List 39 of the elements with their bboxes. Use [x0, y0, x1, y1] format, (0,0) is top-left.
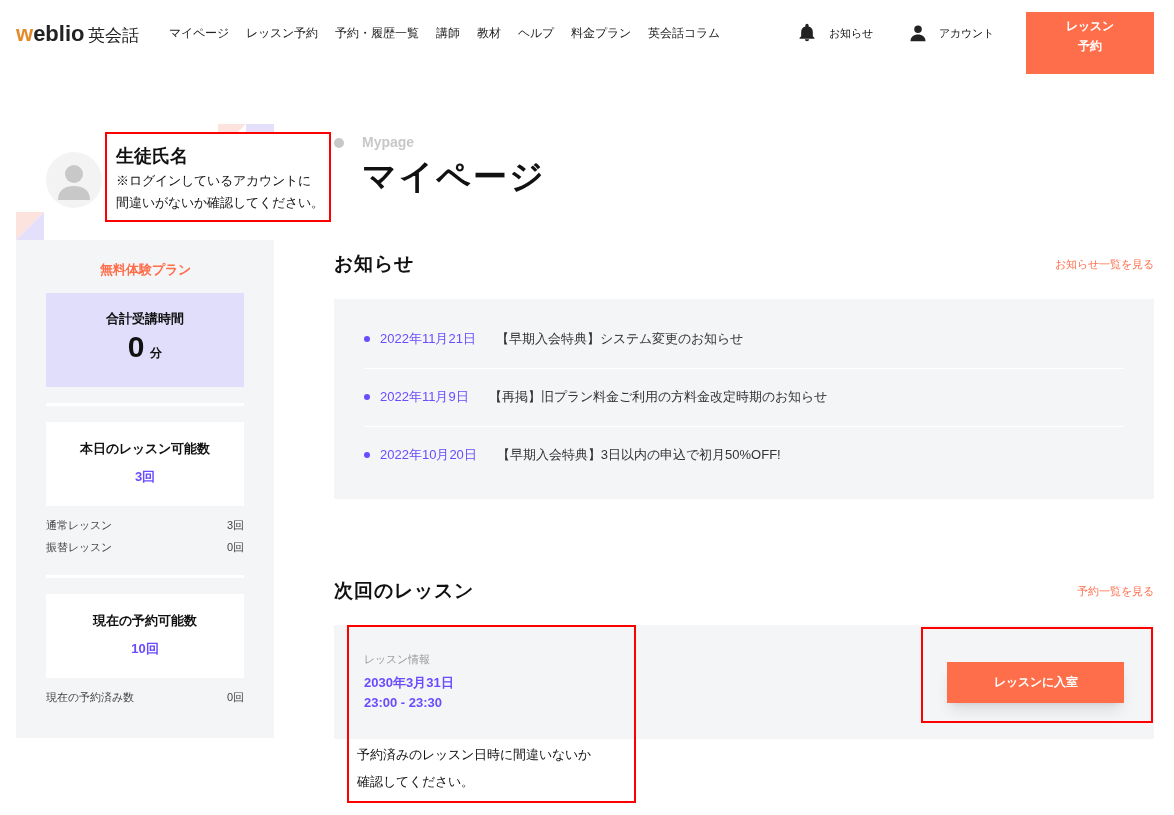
- section-title: 次回のレッスン: [334, 578, 474, 603]
- nav-link[interactable]: 予約・履歴一覧: [335, 24, 420, 42]
- nav-link[interactable]: 英会話コラム: [648, 24, 721, 42]
- stat-title: 本日のレッスン可能数: [80, 439, 210, 458]
- stat-value: 3回: [134, 468, 156, 486]
- total-time-label: 合計受講時間: [106, 309, 184, 328]
- stat-row-value: 0回: [226, 540, 244, 556]
- header-link[interactable]: アカウント: [909, 24, 994, 42]
- nav-link[interactable]: 料金プラン: [571, 24, 632, 42]
- nav-link[interactable]: 講師: [436, 24, 461, 42]
- stat-row-label: 通常レッスン: [46, 518, 112, 534]
- bell-icon: [797, 23, 817, 43]
- student-name: 生徒氏名: [116, 145, 189, 168]
- logo[interactable]: weblio 英会話: [16, 16, 140, 50]
- stat-value: 10回: [131, 640, 159, 658]
- avatar-placeholder: [46, 152, 102, 208]
- plan-name: 無料体験プラン: [98, 261, 192, 279]
- stat-row-label: 振替レッスン: [46, 540, 112, 556]
- lesson-time: 23:00 - 23:30: [364, 694, 444, 713]
- section-title: お知らせ: [334, 252, 414, 276]
- nav-link[interactable]: マイページ: [169, 24, 230, 42]
- header-link[interactable]: お知らせ: [797, 23, 873, 43]
- total-time-value: 0 分: [127, 330, 163, 364]
- lesson-info-label: レッスン情報: [364, 651, 431, 667]
- news-item[interactable]: 2022年11月9日 【再掲】旧プラン料金ご利用の方料金改定時期のお知らせ: [380, 387, 827, 407]
- annotation-note: 予約済みのレッスン日時に間違いないか 確認してください。: [357, 746, 592, 791]
- news-item[interactable]: 2022年10月20日 【早期入会特典】3日以内の申込で初月50%OFF!: [380, 445, 781, 465]
- person-icon: [909, 24, 927, 42]
- nav-link[interactable]: レッスン予約: [246, 24, 319, 42]
- lesson-date: 2030年3月31日: [364, 674, 454, 693]
- stat-title: 現在の予約可能数: [93, 611, 197, 630]
- nav-link[interactable]: ヘルプ: [518, 24, 555, 42]
- stat-row-value: 3回: [226, 518, 244, 534]
- callout-text: ※ログインしているアカウントに 間違いがないか確認してください。: [116, 172, 320, 212]
- page-title: マイページ: [362, 156, 546, 197]
- news-item[interactable]: 2022年11月21日 【早期入会特典】システム変更のお知らせ: [380, 328, 743, 349]
- stat-row-value: 0回: [226, 690, 244, 706]
- stat-row-label: 現在の予約済み数: [46, 690, 134, 706]
- nav-link[interactable]: 教材: [477, 24, 502, 42]
